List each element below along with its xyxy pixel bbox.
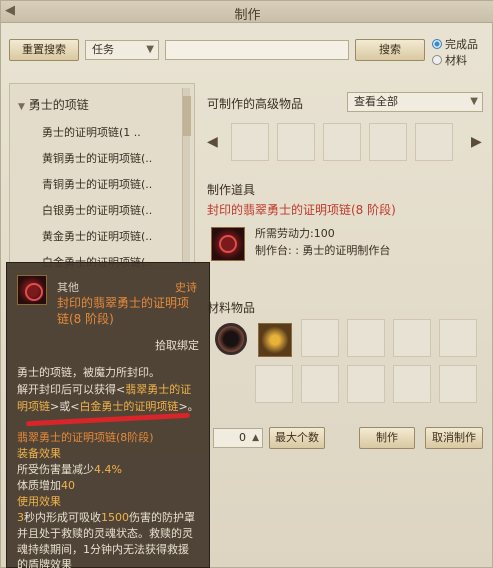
next-arrow-icon[interactable]: ▶ (471, 134, 482, 150)
tree-item[interactable]: 黄铜勇士的证明项链(.. (42, 150, 152, 166)
tooltip-desc3a: 明项链 (17, 400, 50, 413)
quantity-value: 0 (239, 431, 246, 444)
material-slot[interactable] (347, 365, 385, 403)
tooltip-name-line2: 链(8 阶段) (57, 312, 114, 326)
tree-item[interactable]: 白银勇士的证明项链(.. (42, 202, 152, 218)
tooltip-use1-tail: 伤害的防护罩 (129, 511, 195, 524)
reset-search-button[interactable]: 重置搜索 (9, 39, 79, 61)
black-necklace-icon[interactable] (215, 323, 247, 355)
tooltip-use3: 魂持续期间，1分钟内无法获得救援 (17, 543, 189, 556)
tooltip-desc3d: >。 (178, 400, 199, 413)
recipe-tree-panel: ▼ 勇士的项链 勇士的证明项链(1 .. 黄铜勇士的证明项链(.. 青铜勇士的证… (9, 83, 195, 269)
required-effort: 所需劳动力:100 (255, 227, 335, 240)
material-slot[interactable] (255, 365, 293, 403)
tree-scrollbar-thumb[interactable] (183, 96, 191, 136)
tooltip-stamina-label: 体质增加 (17, 479, 61, 492)
material-slot[interactable] (393, 319, 431, 357)
material-slot[interactable] (301, 365, 339, 403)
tree-item[interactable]: 勇士的证明项链(1 .. (42, 124, 141, 140)
craftable-slot[interactable] (231, 123, 269, 161)
tooltip-bind: 拾取绑定 (155, 339, 199, 352)
tree-category-header[interactable]: ▼ 勇士的项链 (18, 96, 89, 113)
tooltip-desc3b: >或< (50, 400, 80, 413)
craftable-slot[interactable] (277, 123, 315, 161)
tooltip-desc2a: 解开封印后可以获得< (17, 383, 126, 396)
radio-unselected-icon (432, 55, 442, 65)
material-slot[interactable] (393, 365, 431, 403)
tooltip-dmg-reduction-label: 所受伤害量减少 (17, 463, 94, 476)
search-button[interactable]: 搜索 (355, 39, 425, 61)
tool-item-name: 封印的翡翠勇士的证明项链(8 阶段) (207, 203, 396, 217)
material-slot[interactable] (439, 319, 477, 357)
tooltip-use1: 3秒内形成可吸收1500伤害的防护罩 (17, 509, 195, 525)
tree-item[interactable]: 黄金勇士的证明项链(.. (42, 228, 152, 244)
triangle-down-icon: ▼ (18, 102, 25, 112)
tooltip-stamina-value: 40 (61, 479, 75, 492)
prev-arrow-icon[interactable]: ◀ (207, 134, 218, 150)
tooltip-result-name: 翡翠勇士的证明项链(8阶段) (17, 431, 154, 444)
craft-station: 制作台: : 勇士的证明制作台 (255, 244, 391, 257)
tooltip-use2: 并且处于救赎的灵魂状态。救赎的灵 (17, 527, 193, 540)
tooltip-dmg-reduction-value: 4.4% (94, 463, 122, 476)
stepper-arrows-icon[interactable]: ▲ (252, 429, 259, 447)
tree-item[interactable]: 青铜勇士的证明项链(.. (42, 176, 152, 192)
radio-complete-label: 完成品 (445, 38, 478, 51)
craftable-filter-select[interactable]: 查看全部 ▼ (347, 92, 483, 112)
category-select[interactable]: 任务 ▼ (85, 40, 159, 60)
search-input[interactable] (165, 40, 349, 60)
category-select-value: 任务 (92, 43, 114, 56)
necklace-icon (17, 275, 47, 305)
radio-material-label: 材料 (445, 54, 467, 67)
tooltip-use1-amount: 1500 (101, 511, 129, 524)
chevron-down-icon: ▼ (146, 44, 154, 55)
tooltip-desc3: 明项链>或<白金勇士的证明项链>。 (17, 398, 199, 414)
radio-selected-icon (432, 39, 442, 49)
tooltip-use1-text: 秒内形成可吸收 (24, 511, 101, 524)
materials-section-label: 材料物品 (207, 301, 256, 315)
tooltip-desc1: 勇士的项链，被魔力所封印。 (17, 366, 160, 379)
craftable-slot[interactable] (323, 123, 361, 161)
material-slot[interactable] (301, 319, 339, 357)
gold-emblem-icon[interactable] (258, 323, 292, 357)
chevron-down-icon: ▼ (470, 96, 478, 107)
tool-section-label: 制作道具 (207, 183, 256, 197)
material-slot[interactable] (439, 365, 477, 403)
tooltip-desc3c: 白金勇士的证明项链 (79, 400, 179, 413)
tooltip-use-effect-label: 使用效果 (17, 495, 61, 508)
material-slot[interactable] (347, 319, 385, 357)
quantity-stepper[interactable]: 0 ▲ (213, 428, 263, 448)
radio-complete[interactable]: 完成品 (432, 36, 478, 52)
radio-material[interactable]: 材料 (432, 52, 467, 68)
tooltip-rarity: 史诗 (175, 281, 197, 294)
craftable-label: 可制作的高级物品 (207, 97, 304, 111)
tooltip-stamina: 体质增加40 (17, 477, 75, 493)
craftable-slot[interactable] (415, 123, 453, 161)
tree-scrollbar[interactable] (182, 88, 191, 266)
necklace-icon[interactable] (211, 227, 245, 261)
tooltip-use1-seconds: 3 (17, 511, 24, 524)
cancel-craft-button[interactable]: 取消制作 (425, 427, 483, 449)
craftable-filter-value: 查看全部 (354, 95, 398, 108)
tooltip-desc2: 解开封印后可以获得<翡翠勇士的证 (17, 381, 191, 397)
window-title: 制作 (234, 8, 261, 23)
tooltip-equip-effect-label: 装备效果 (17, 447, 61, 460)
tree-category-label: 勇士的项链 (28, 98, 89, 112)
max-quantity-button[interactable]: 最大个数 (269, 427, 325, 449)
craft-button[interactable]: 制作 (359, 427, 415, 449)
tooltip-use4: 的盾牌效果 (17, 558, 72, 568)
tooltip-desc2b: 翡翠勇士的证 (125, 383, 192, 396)
tooltip-name-line1: 封印的翡翠勇士的证明项 (57, 296, 190, 310)
title-bar: ◀ 制作 (1, 1, 493, 23)
tooltip-category: 其他 (57, 281, 79, 294)
tooltip-dmg-reduction: 所受伤害量减少4.4% (17, 461, 122, 477)
craftable-slot[interactable] (369, 123, 407, 161)
